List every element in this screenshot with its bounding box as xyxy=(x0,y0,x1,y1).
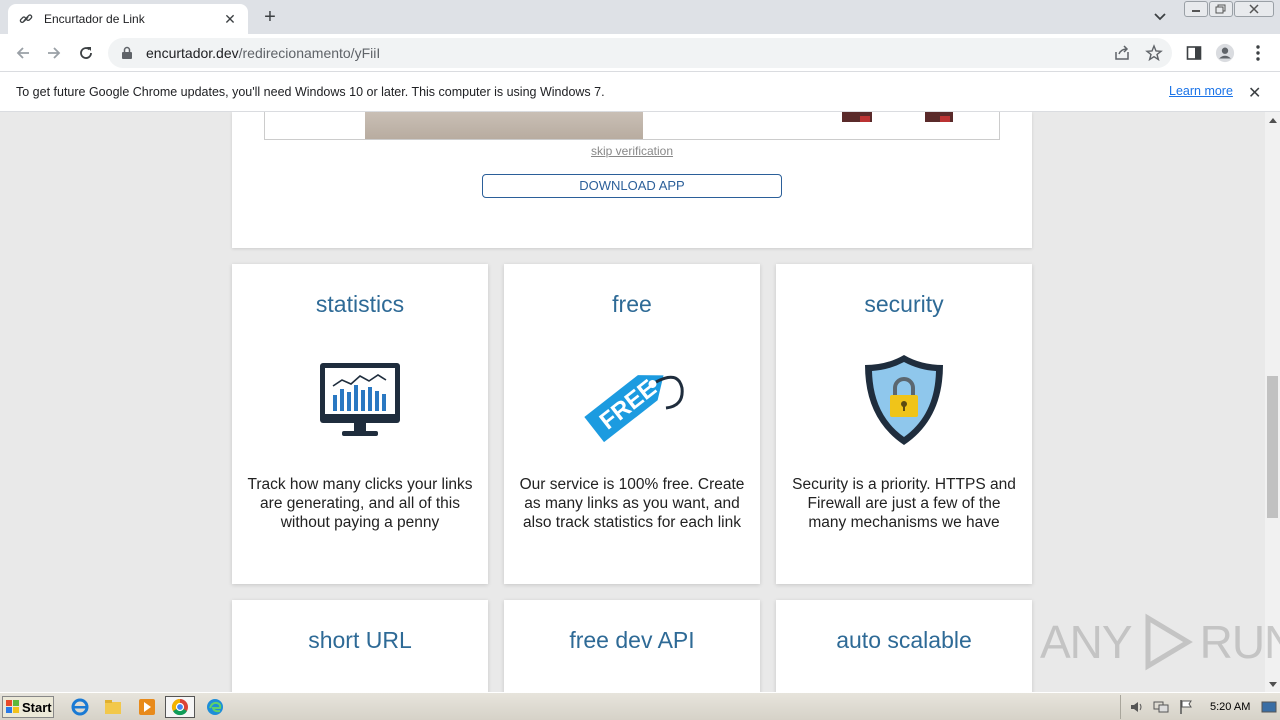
start-label: Start xyxy=(22,699,52,715)
update-infobar: To get future Google Chrome updates, you… xyxy=(0,72,1280,112)
anyrun-watermark: ANY RUN xyxy=(1040,612,1280,672)
url-path: /redirecionamento/yFiiI xyxy=(238,45,381,61)
browser-tab[interactable]: Encurtador de Link ✕ xyxy=(8,4,248,34)
card-description: Our service is 100% free. Create as many… xyxy=(519,476,745,531)
bookmark-star-icon[interactable] xyxy=(1144,43,1164,63)
skip-verification-link[interactable]: skip verification xyxy=(232,144,1032,158)
feature-card-free: free FREE Our service is 100% free. Crea… xyxy=(504,264,760,584)
start-button[interactable]: Start xyxy=(2,696,54,718)
network-icon[interactable] xyxy=(1153,700,1169,714)
scroll-down-arrow-icon[interactable] xyxy=(1265,677,1280,692)
window-close-button[interactable] xyxy=(1234,1,1274,17)
feature-card-statistics: statistics Track how many clicks your li… xyxy=(232,264,488,584)
new-tab-button[interactable]: + xyxy=(258,6,282,28)
card-title: short URL xyxy=(308,627,412,653)
feature-card-auto-scalable: auto scalable xyxy=(776,600,1032,692)
system-tray: 5:20 AM xyxy=(1120,695,1280,719)
feature-card-security: security Security is a priority. HTTPS a… xyxy=(776,264,1032,584)
windows-taskbar: Start 5:20 AM xyxy=(0,692,1280,720)
menu-kebab-icon[interactable] xyxy=(1248,43,1268,63)
tab-title: Encurtador de Link xyxy=(44,12,145,26)
tab-strip: Encurtador de Link ✕ + xyxy=(0,0,1280,34)
back-arrow-icon[interactable] xyxy=(12,42,34,64)
feature-card-short-url: short URL xyxy=(232,600,488,692)
address-bar[interactable]: encurtador.dev/redirecionamento/yFiiI xyxy=(108,38,1172,68)
forward-arrow-icon[interactable] xyxy=(43,42,65,64)
play-logo-icon xyxy=(1145,613,1193,671)
card-title: security xyxy=(864,291,944,317)
infobar-message: To get future Google Chrome updates, you… xyxy=(16,84,605,99)
shield-lock-icon xyxy=(854,350,954,450)
tab-close-icon[interactable]: ✕ xyxy=(222,11,238,28)
taskbar-clock: 5:20 AM xyxy=(1210,701,1251,713)
scroll-up-arrow-icon[interactable] xyxy=(1265,112,1280,127)
learn-more-link[interactable]: Learn more xyxy=(1169,84,1233,98)
vertical-scrollbar[interactable] xyxy=(1265,112,1280,692)
volume-icon[interactable] xyxy=(1129,700,1145,714)
scrollbar-thumb[interactable] xyxy=(1267,376,1278,518)
watermark-left-text: ANY xyxy=(1040,616,1133,668)
chrome-taskbar-icon[interactable] xyxy=(165,696,195,718)
card-description: Track how many clicks your links are gen… xyxy=(247,476,473,531)
tab-search-icon[interactable] xyxy=(1150,8,1170,26)
browser-toolbar: encurtador.dev/redirecionamento/yFiiI xyxy=(0,34,1280,72)
ad-product-image xyxy=(842,112,953,122)
monitor-chart-icon xyxy=(310,350,410,450)
page-viewport: skip verification DOWNLOAD APP statistic… xyxy=(0,112,1265,692)
link-favicon-icon xyxy=(18,11,34,27)
share-icon[interactable] xyxy=(1112,43,1132,63)
show-desktop-icon[interactable] xyxy=(1261,701,1277,713)
reload-icon[interactable] xyxy=(75,42,97,64)
free-tag-icon: FREE xyxy=(574,350,690,450)
url-host: encurtador.dev xyxy=(146,45,239,61)
windows-logo-icon xyxy=(6,700,19,713)
watermark-right-text: RUN xyxy=(1199,616,1280,668)
edge-icon[interactable] xyxy=(205,697,225,717)
card-title: statistics xyxy=(315,291,405,317)
infobar-close-icon[interactable]: ✕ xyxy=(1248,83,1261,103)
internet-explorer-icon[interactable] xyxy=(70,697,90,717)
minimize-button[interactable] xyxy=(1184,1,1208,17)
ad-image xyxy=(365,112,643,139)
file-explorer-icon[interactable] xyxy=(103,697,123,717)
card-title: free xyxy=(612,291,652,317)
feature-card-free-dev-api: free dev API xyxy=(504,600,760,692)
card-title: free dev API xyxy=(569,627,695,653)
ad-banner[interactable] xyxy=(264,112,1000,140)
media-player-icon[interactable] xyxy=(137,697,157,717)
download-app-button[interactable]: DOWNLOAD APP xyxy=(482,174,782,198)
action-center-flag-icon[interactable] xyxy=(1179,699,1193,715)
restore-button[interactable] xyxy=(1209,1,1233,17)
profile-avatar-icon[interactable] xyxy=(1215,43,1235,63)
card-title: auto scalable xyxy=(836,627,972,653)
card-description: Security is a priority. HTTPS and Firewa… xyxy=(792,476,1016,531)
side-panel-icon[interactable] xyxy=(1184,43,1204,63)
lock-icon[interactable] xyxy=(120,46,134,60)
verification-card: skip verification DOWNLOAD APP xyxy=(232,112,1032,248)
